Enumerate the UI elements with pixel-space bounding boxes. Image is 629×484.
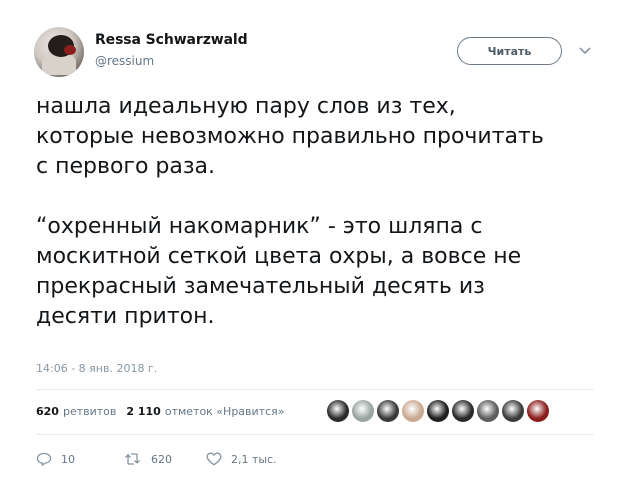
reply-button[interactable]: 10 — [36, 452, 124, 466]
tweet-line: нашла идеальную пару слов из тех, — [36, 94, 456, 119]
author-name[interactable]: Ressa Schwarzwald — [95, 32, 248, 48]
liker-avatar[interactable] — [452, 400, 474, 422]
retweet-count: 620 — [151, 452, 172, 466]
retweet-icon — [125, 453, 140, 465]
likes-label[interactable]: отметок «Нравится» — [165, 405, 285, 418]
liker-avatar[interactable] — [352, 400, 374, 422]
liker-avatar[interactable] — [427, 400, 449, 422]
liker-avatar[interactable] — [527, 400, 549, 422]
author-handle[interactable]: @ressium — [95, 54, 154, 68]
liker-avatar[interactable] — [402, 400, 424, 422]
retweets-label[interactable]: ретвитов — [63, 405, 116, 418]
divider — [36, 434, 594, 435]
chevron-down-icon[interactable] — [578, 43, 592, 57]
tweet-line: которые невозможно правильно прочитать — [36, 124, 544, 149]
reply-count: 10 — [61, 452, 75, 466]
retweet-button[interactable]: 620 — [124, 452, 206, 466]
heart-icon — [206, 452, 222, 466]
tweet-line: с первого раза. — [36, 154, 216, 179]
retweets-count[interactable]: 620 — [36, 405, 59, 418]
tweet-line: москитной сеткой цвета охры, а вовсе не — [36, 244, 522, 269]
reply-icon — [36, 452, 52, 466]
like-count: 2,1 тыс. — [231, 452, 277, 466]
author-avatar[interactable] — [34, 27, 84, 77]
tweet-line: десяти притон. — [36, 304, 215, 329]
avatar-detail — [64, 45, 76, 55]
likes-count[interactable]: 2 110 — [126, 405, 160, 418]
tweet-line: “охренный накомарник” - это шляпа с — [36, 214, 483, 239]
liker-avatar[interactable] — [502, 400, 524, 422]
tweet-stats: 620 ретвитов 2 110 отметок «Нравится» — [36, 405, 285, 418]
liker-avatars — [327, 400, 552, 422]
tweet-text: нашла идеальную пару слов из тех, которы… — [36, 92, 616, 332]
liker-avatar[interactable] — [477, 400, 499, 422]
tweet-timestamp[interactable]: 14:06 - 8 янв. 2018 г. — [36, 362, 157, 375]
follow-button[interactable]: Читать — [457, 37, 562, 65]
tweet-line: прекрасный замечательный десять из — [36, 274, 485, 299]
divider — [36, 389, 594, 390]
liker-avatar[interactable] — [327, 400, 349, 422]
like-button[interactable]: 2,1 тыс. — [206, 452, 277, 466]
liker-avatar[interactable] — [377, 400, 399, 422]
tweet-actions: 10 620 2,1 тыс. — [36, 452, 277, 466]
